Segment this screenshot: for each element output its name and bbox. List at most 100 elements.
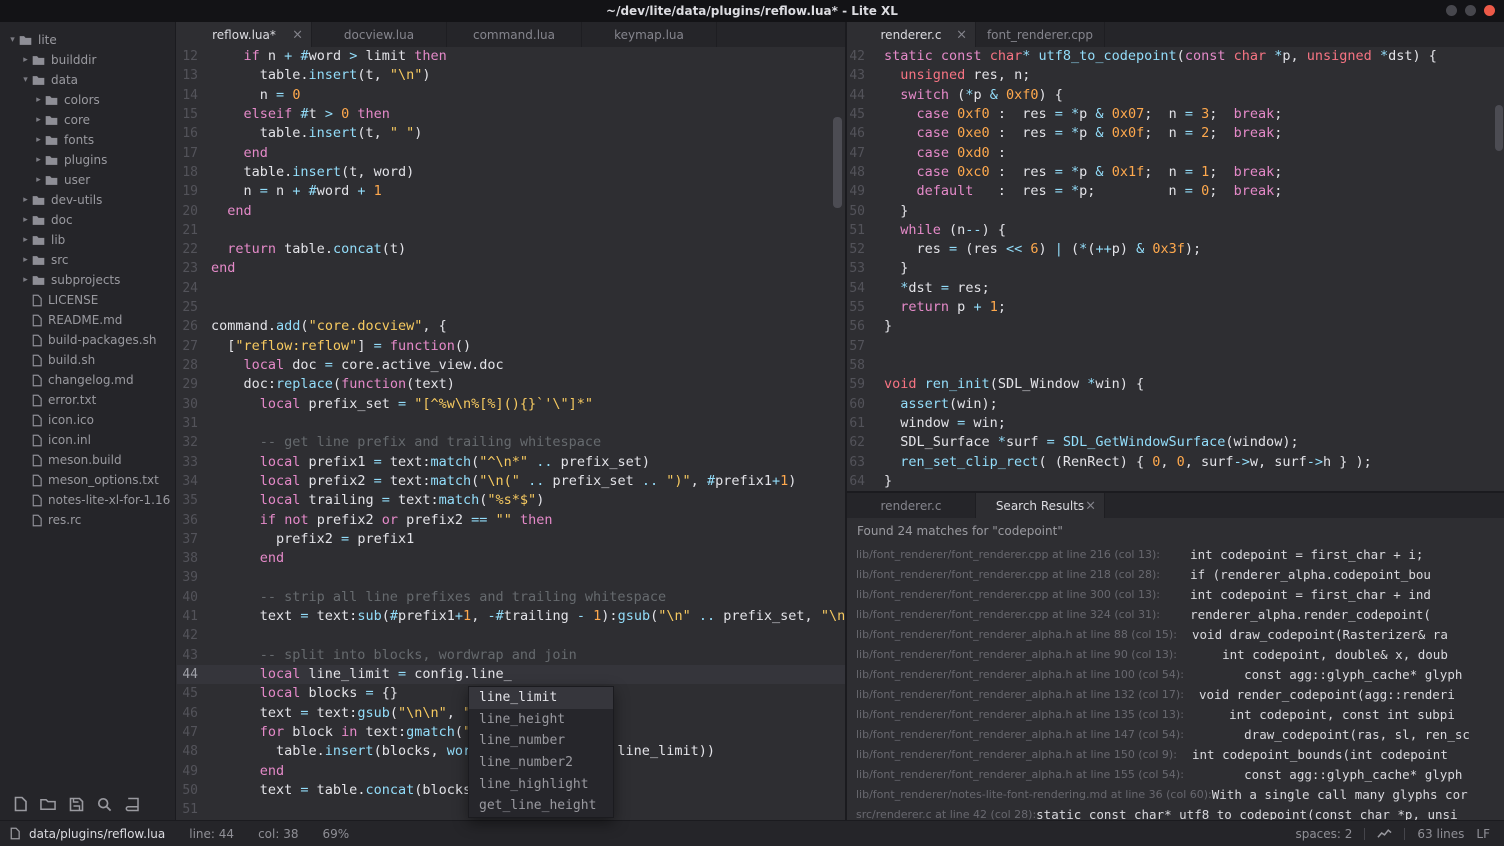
code-line-20[interactable]: 20 end xyxy=(177,202,845,221)
code-line-17[interactable]: 17 end xyxy=(177,144,845,163)
code-line-54[interactable]: 54 *dst = res; xyxy=(847,279,1504,298)
code-line-28[interactable]: 28 local doc = core.active_view.doc xyxy=(177,356,845,375)
search-result-row[interactable]: lib/font_renderer/font_renderer.cpp at l… xyxy=(847,564,1504,584)
code-line-38[interactable]: 38 end xyxy=(177,549,845,568)
autocomplete-item-line-highlight[interactable]: line_highlight xyxy=(469,774,613,796)
code-line-18[interactable]: 18 table.insert(t, word) xyxy=(177,163,845,182)
code-line-40[interactable]: 40 -- strip all line prefixes and traili… xyxy=(177,588,845,607)
statusbar-eol[interactable]: LF xyxy=(1476,827,1490,841)
tree-item-icon-ico[interactable]: icon.ico xyxy=(0,410,175,430)
code-line-29[interactable]: 29 doc:replace(function(text) xyxy=(177,375,845,394)
tree-item-subprojects[interactable]: ▸subprojects xyxy=(0,270,175,290)
code-line-42[interactable]: 42 xyxy=(177,626,845,645)
code-line-47[interactable]: 47 case 0xd0 : xyxy=(847,144,1504,163)
close-tab-icon[interactable]: × xyxy=(1085,498,1096,513)
chevron-right-icon[interactable]: ▸ xyxy=(19,195,32,205)
code-line-58[interactable]: 58 xyxy=(847,356,1504,375)
tree-item-data[interactable]: ▾data xyxy=(0,70,175,90)
tree-item-user[interactable]: ▸user xyxy=(0,170,175,190)
search-result-row[interactable]: lib/font_renderer/font_renderer_alpha.h … xyxy=(847,624,1504,644)
tab-docview-lua[interactable]: docview.lua xyxy=(312,22,447,47)
chevron-right-icon[interactable]: ▸ xyxy=(19,275,32,285)
autocomplete-item-line-height[interactable]: line_height xyxy=(469,709,613,731)
tab-command-lua[interactable]: command.lua xyxy=(447,22,582,47)
code-line-27[interactable]: 27 ["reflow:reflow"] = function() xyxy=(177,337,845,356)
tree-item-icon-inl[interactable]: icon.inl xyxy=(0,430,175,450)
tree-item-build-packages-sh[interactable]: build-packages.sh xyxy=(0,330,175,350)
tab-renderer-c[interactable]: renderer.c xyxy=(847,493,976,518)
autocomplete-item-line-limit[interactable]: line_limit xyxy=(469,687,613,709)
code-line-56[interactable]: 56} xyxy=(847,317,1504,336)
chevron-right-icon[interactable]: ▸ xyxy=(19,255,32,265)
code-line-33[interactable]: 33 local prefix1 = text:match("^\n*" .. … xyxy=(177,453,845,472)
code-line-55[interactable]: 55 return p + 1; xyxy=(847,298,1504,317)
tree-item-build-sh[interactable]: build.sh xyxy=(0,350,175,370)
tab-search-results[interactable]: Search Results× xyxy=(976,493,1105,518)
code-line-31[interactable]: 31 xyxy=(177,414,845,433)
tree-item-meson-build[interactable]: meson.build xyxy=(0,450,175,470)
code-line-21[interactable]: 21 xyxy=(177,221,845,240)
tree-item-meson-options-txt[interactable]: meson_options.txt xyxy=(0,470,175,490)
code-line-46[interactable]: 46 case 0xe0 : res = *p & 0x0f; n = 2; b… xyxy=(847,124,1504,143)
tab-reflow-lua[interactable]: reflow.lua*× xyxy=(177,22,312,47)
close-tab-icon[interactable]: × xyxy=(956,27,967,42)
tree-item-changelog-md[interactable]: changelog.md xyxy=(0,370,175,390)
code-line-41[interactable]: 41 text = text:sub(#prefix1+1, -#trailin… xyxy=(177,607,845,626)
chevron-down-icon[interactable]: ▾ xyxy=(6,35,19,45)
statusbar-spaces[interactable]: spaces: 2 xyxy=(1295,827,1352,841)
tree-item-core[interactable]: ▸core xyxy=(0,110,175,130)
code-line-64[interactable]: 64} xyxy=(847,472,1504,491)
search-result-row[interactable]: lib/font_renderer/font_renderer.cpp at l… xyxy=(847,544,1504,564)
search-result-row[interactable]: lib/font_renderer/font_renderer_alpha.h … xyxy=(847,704,1504,724)
tab-keymap-lua[interactable]: keymap.lua xyxy=(582,22,717,47)
tree-item-dev-utils[interactable]: ▸dev-utils xyxy=(0,190,175,210)
new-file-icon[interactable] xyxy=(14,796,27,812)
code-line-36[interactable]: 36 if not prefix2 or prefix2 == "" then xyxy=(177,511,845,530)
code-line-52[interactable]: 52 res = (res << 6) | (*(++p) & 0x3f); xyxy=(847,240,1504,259)
tree-item-src[interactable]: ▸src xyxy=(0,250,175,270)
close-tab-icon[interactable]: × xyxy=(292,27,303,42)
search-icon[interactable] xyxy=(97,797,112,812)
tree-item-res-rc[interactable]: res.rc xyxy=(0,510,175,530)
code-line-16[interactable]: 16 table.insert(t, " ") xyxy=(177,124,845,143)
search-result-row[interactable]: lib/font_renderer/font_renderer_alpha.h … xyxy=(847,664,1504,684)
code-line-43[interactable]: 43 unsigned res, n; xyxy=(847,66,1504,85)
autocomplete-item-get-line-height[interactable]: get_line_height xyxy=(469,795,613,817)
code-line-57[interactable]: 57 xyxy=(847,337,1504,356)
code-line-48[interactable]: 48 case 0xc0 : res = *p & 0x1f; n = 1; b… xyxy=(847,163,1504,182)
search-result-row[interactable]: lib/font_renderer/font_renderer.cpp at l… xyxy=(847,604,1504,624)
code-line-63[interactable]: 63 ren_set_clip_rect( (RenRect) { 0, 0, … xyxy=(847,453,1504,472)
code-line-14[interactable]: 14 n = 0 xyxy=(177,86,845,105)
tree-item-plugins[interactable]: ▸plugins xyxy=(0,150,175,170)
search-result-row[interactable]: lib/font_renderer/font_renderer_alpha.h … xyxy=(847,644,1504,664)
chevron-right-icon[interactable]: ▸ xyxy=(32,115,45,125)
tree-item-builddir[interactable]: ▸builddir xyxy=(0,50,175,70)
code-line-51[interactable]: 51 while (n--) { xyxy=(847,221,1504,240)
tree-item-doc[interactable]: ▸doc xyxy=(0,210,175,230)
minimize-button[interactable] xyxy=(1446,5,1457,16)
code-line-43[interactable]: 43 -- split into blocks, wordwrap and jo… xyxy=(177,646,845,665)
code-line-44[interactable]: 44 local line_limit = config.line_ xyxy=(177,665,845,684)
code-line-49[interactable]: 49 default : res = *p; n = 0; break; xyxy=(847,182,1504,201)
code-line-13[interactable]: 13 table.insert(t, "\n") xyxy=(177,66,845,85)
save-icon[interactable] xyxy=(69,797,84,812)
scrollbar-thumb[interactable] xyxy=(1495,105,1503,151)
code-line-32[interactable]: 32 -- get line prefix and trailing white… xyxy=(177,433,845,452)
code-line-60[interactable]: 60 assert(win); xyxy=(847,395,1504,414)
code-line-50[interactable]: 50 } xyxy=(847,202,1504,221)
chevron-right-icon[interactable]: ▸ xyxy=(32,135,45,145)
chevron-down-icon[interactable]: ▾ xyxy=(19,75,32,85)
statusbar-col[interactable]: col: 38 xyxy=(258,827,298,841)
tree-item-license[interactable]: LICENSE xyxy=(0,290,175,310)
search-result-row[interactable]: lib/font_renderer/font_renderer_alpha.h … xyxy=(847,744,1504,764)
code-line-23[interactable]: 23end xyxy=(177,259,845,278)
code-line-30[interactable]: 30 local prefix_set = "[^%w\n%[%](){}`'\… xyxy=(177,395,845,414)
open-folder-icon[interactable] xyxy=(40,798,56,811)
search-result-row[interactable]: src/renderer.c at line 42 (col 28):stati… xyxy=(847,804,1504,820)
scrollbar-thumb[interactable] xyxy=(833,117,842,208)
code-line-22[interactable]: 22 return table.concat(t) xyxy=(177,240,845,259)
search-result-row[interactable]: lib/font_renderer/font_renderer_alpha.h … xyxy=(847,684,1504,704)
tree-item-readme-md[interactable]: README.md xyxy=(0,310,175,330)
code-line-59[interactable]: 59void ren_init(SDL_Window *win) { xyxy=(847,375,1504,394)
tree-item-lite[interactable]: ▾lite xyxy=(0,30,175,50)
